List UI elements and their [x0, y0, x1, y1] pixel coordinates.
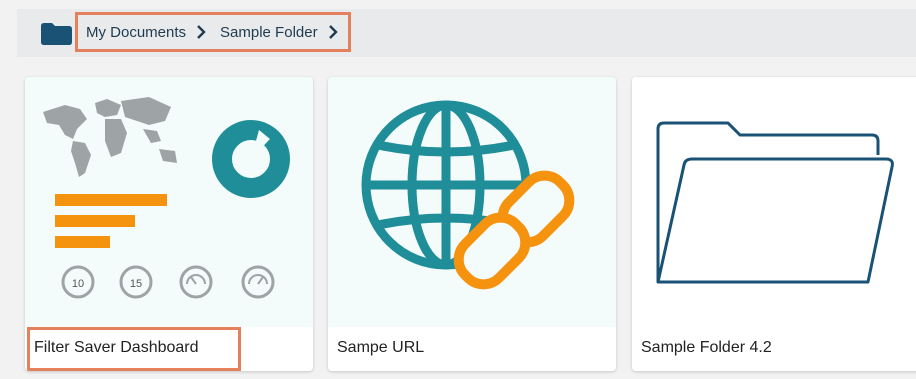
chevron-right-icon[interactable] — [328, 25, 338, 39]
bar-2 — [55, 215, 135, 227]
gauge-3 — [179, 265, 213, 299]
breadcrumb-bar: My Documents Sample Folder — [17, 9, 916, 57]
card-title[interactable]: Sample Folder 4.2 — [641, 339, 772, 357]
card-filter-saver-dashboard[interactable]: 10 15 Filter Saver Dashboard — [25, 77, 313, 371]
donut-chart-icon — [212, 120, 290, 198]
breadcrumb-my-documents[interactable]: My Documents — [86, 24, 186, 41]
card-sample-folder[interactable]: Sample Folder 4.2 — [632, 77, 916, 371]
card-title[interactable]: Sampe URL — [337, 339, 424, 357]
dashboard-thumbnail-icon: 10 15 — [43, 97, 290, 299]
card-title[interactable]: Filter Saver Dashboard — [34, 339, 199, 357]
gauge-1-value: 10 — [72, 278, 84, 290]
breadcrumb: My Documents Sample Folder — [75, 12, 351, 52]
gauge-2-value: 15 — [130, 278, 142, 290]
bar-1 — [55, 194, 167, 206]
url-thumbnail — [328, 77, 616, 327]
folder-thumbnail — [632, 77, 916, 327]
chevron-right-icon — [197, 25, 206, 39]
globe-link-icon — [361, 100, 575, 290]
dashboard-thumbnail: 10 15 — [25, 77, 313, 327]
folder-icon[interactable] — [41, 23, 72, 45]
bar-3 — [55, 236, 110, 248]
breadcrumb-sample-folder[interactable]: Sample Folder — [220, 24, 318, 41]
card-sampe-url[interactable]: Sampe URL — [328, 77, 616, 371]
world-map-icon — [43, 97, 177, 177]
folder-outline-icon — [656, 121, 894, 284]
gauge-4 — [241, 265, 275, 299]
